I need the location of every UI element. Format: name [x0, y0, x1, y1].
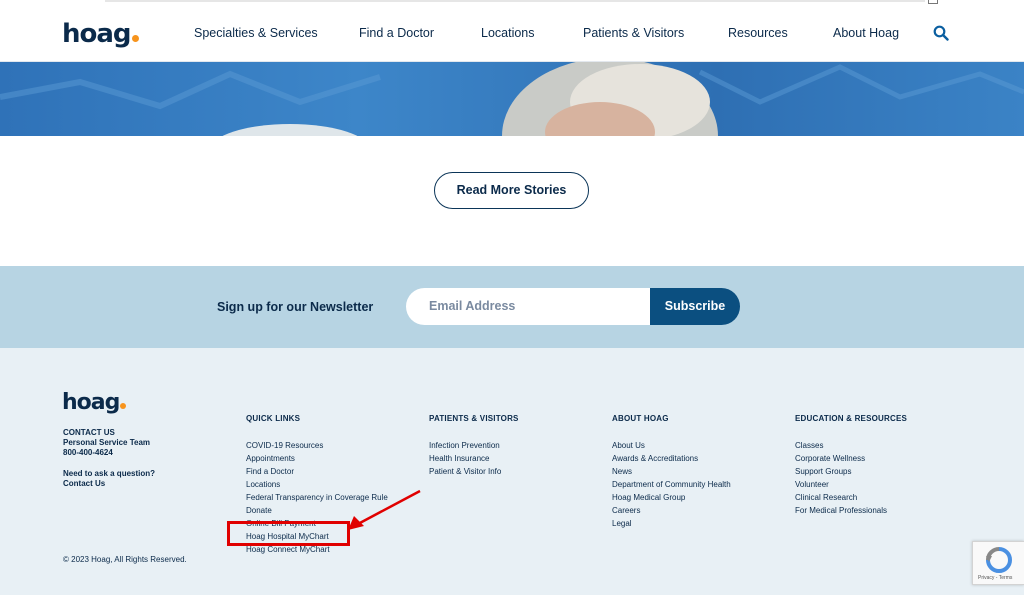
- footer-link[interactable]: Corporate Wellness: [795, 452, 907, 465]
- contact-question: Need to ask a question?: [63, 469, 156, 478]
- footer-link[interactable]: Department of Community Health: [612, 478, 731, 491]
- nav-patients-visitors[interactable]: Patients & Visitors: [583, 26, 684, 40]
- footer-link[interactable]: About Us: [612, 439, 731, 452]
- subscribe-button[interactable]: Subscribe: [650, 288, 740, 325]
- recaptcha-badge[interactable]: Privacy - Terms: [972, 541, 1024, 585]
- email-field[interactable]: Email Address: [406, 288, 652, 325]
- nav-locations[interactable]: Locations: [481, 26, 535, 40]
- contact-phone[interactable]: 800-400-4624: [63, 448, 155, 458]
- logo-text: hoag: [62, 19, 132, 49]
- read-more-stories-button[interactable]: Read More Stories: [434, 172, 589, 209]
- logo-dot-icon: [131, 35, 139, 42]
- nav-find-doctor[interactable]: Find a Doctor: [359, 26, 434, 40]
- hoag-logo[interactable]: hoag: [62, 19, 139, 49]
- contact-heading: CONTACT US: [63, 428, 115, 437]
- contact-team: Personal Service Team: [63, 438, 151, 447]
- hero-photo: [0, 62, 1024, 136]
- footer-link[interactable]: Hoag Medical Group: [612, 491, 731, 504]
- newsletter-section: Sign up for our Newsletter Email Address…: [0, 266, 1024, 348]
- footer-link[interactable]: Appointments: [246, 452, 388, 465]
- footer-link[interactable]: Clinical Research: [795, 491, 907, 504]
- contact-block: CONTACT US Personal Service Team 800-400…: [63, 428, 155, 489]
- footer-link[interactable]: Legal: [612, 517, 731, 530]
- footer-col-title: ABOUT HOAG: [612, 414, 669, 423]
- footer-logo-text: hoag: [62, 390, 120, 415]
- search-icon[interactable]: [933, 25, 949, 41]
- top-divider: [105, 0, 925, 2]
- footer-link[interactable]: News: [612, 465, 731, 478]
- annotation-arrow-icon: [348, 489, 421, 530]
- annotation-highlight-box: [227, 521, 350, 546]
- footer-col-patients-visitors: PATIENTS & VISITORS Infection Prevention…: [429, 414, 519, 478]
- main-nav: hoag Specialties & Services Find a Docto…: [0, 5, 1024, 62]
- footer-link[interactable]: COVID-19 Resources: [246, 439, 388, 452]
- footer-logo[interactable]: hoag: [62, 390, 127, 415]
- contact-us-link[interactable]: Contact Us: [63, 479, 155, 489]
- nav-resources[interactable]: Resources: [728, 26, 788, 40]
- site-footer: hoag CONTACT US Personal Service Team 80…: [0, 348, 1024, 595]
- footer-link[interactable]: Infection Prevention: [429, 439, 519, 452]
- hero-image: [0, 62, 1024, 136]
- recaptcha-text[interactable]: Privacy - Terms: [978, 575, 1012, 581]
- footer-link[interactable]: Volunteer: [795, 478, 907, 491]
- window-icon: [928, 0, 938, 4]
- footer-col-title: QUICK LINKS: [246, 414, 301, 423]
- footer-link[interactable]: Classes: [795, 439, 907, 452]
- copyright: © 2023 Hoag, All Rights Reserved.: [63, 555, 187, 564]
- footer-col-about-hoag: ABOUT HOAG About Us Awards & Accreditati…: [612, 414, 731, 530]
- footer-link[interactable]: Awards & Accreditations: [612, 452, 731, 465]
- footer-link[interactable]: Support Groups: [795, 465, 907, 478]
- footer-link[interactable]: Find a Doctor: [246, 465, 388, 478]
- footer-link[interactable]: Health Insurance: [429, 452, 519, 465]
- nav-specialties[interactable]: Specialties & Services: [194, 26, 318, 40]
- nav-about[interactable]: About Hoag: [833, 26, 899, 40]
- footer-col-education-resources: EDUCATION & RESOURCES Classes Corporate …: [795, 414, 907, 517]
- footer-logo-dot-icon: [120, 403, 127, 409]
- footer-col-title: PATIENTS & VISITORS: [429, 414, 519, 423]
- newsletter-label: Sign up for our Newsletter: [217, 300, 374, 314]
- footer-col-title: EDUCATION & RESOURCES: [795, 414, 908, 423]
- footer-link[interactable]: For Medical Professionals: [795, 504, 907, 517]
- footer-link[interactable]: Patient & Visitor Info: [429, 465, 519, 478]
- recaptcha-icon: [986, 547, 1012, 573]
- footer-link[interactable]: Careers: [612, 504, 731, 517]
